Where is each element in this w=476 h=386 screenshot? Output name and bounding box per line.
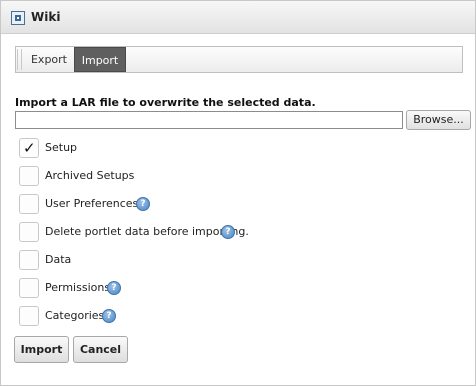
help-icon[interactable]: ? [107, 281, 121, 295]
tab-import[interactable]: Import [74, 47, 126, 72]
help-icon[interactable]: ? [136, 197, 150, 211]
tab-bar: Export Import [15, 46, 463, 73]
tab-export[interactable]: Export [24, 47, 74, 72]
permissions-checkbox[interactable] [19, 278, 39, 298]
option-permissions: Permissions ? [19, 278, 319, 298]
option-user-preferences: User Preferences ? [19, 194, 319, 214]
user-preferences-checkbox[interactable] [19, 194, 39, 214]
help-icon[interactable]: ? [221, 225, 235, 239]
option-archived-setups: Archived Setups [19, 166, 319, 186]
help-icon[interactable]: ? [102, 309, 116, 323]
portlet-icon [11, 11, 25, 25]
data-label: Data [45, 253, 72, 266]
archived-setups-label: Archived Setups [45, 169, 135, 182]
delete-portlet-data-checkbox[interactable] [19, 222, 39, 242]
setup-label: Setup [45, 141, 78, 154]
archived-setups-checkbox[interactable] [19, 166, 39, 186]
categories-label: Categories [45, 309, 105, 322]
import-button[interactable]: Import [14, 336, 69, 363]
cancel-button[interactable]: Cancel [73, 336, 128, 363]
wiki-portlet: Wiki Export Import Import a LAR file to … [0, 0, 476, 386]
option-delete-portlet-data: Delete portlet data before importing. ? [19, 222, 319, 242]
browse-button[interactable]: Browse... [406, 110, 471, 130]
portlet-title: Wiki [31, 10, 61, 24]
categories-checkbox[interactable] [19, 306, 39, 326]
option-categories: Categories ? [19, 306, 319, 326]
portlet-titlebar: Wiki [1, 1, 475, 34]
user-preferences-label: User Preferences [45, 197, 139, 210]
setup-checkbox[interactable]: ✓ [19, 138, 39, 158]
permissions-label: Permissions [45, 281, 111, 294]
lar-file-input[interactable] [15, 111, 403, 129]
import-instructions: Import a LAR file to overwrite the selec… [15, 96, 316, 109]
check-icon: ✓ [23, 139, 36, 157]
option-setup: ✓ Setup [19, 138, 319, 158]
option-data: Data [19, 250, 319, 270]
delete-portlet-data-label: Delete portlet data before importing. [45, 225, 249, 238]
data-checkbox[interactable] [19, 250, 39, 270]
